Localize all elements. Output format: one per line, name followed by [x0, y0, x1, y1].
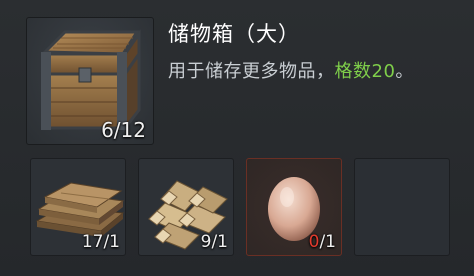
description-end: 。 — [395, 61, 414, 82]
crafting-detail-panel: 6/12 储物箱（大） 用于储存更多物品，格数20。 17/1 9/1 0/1 — [0, 0, 474, 276]
item-title: 储物箱（大） — [168, 22, 300, 46]
have-count: 17 — [81, 232, 104, 252]
item-description: 用于储存更多物品，格数20。 — [168, 58, 464, 86]
ingredient-count: 0/1 — [309, 232, 336, 252]
need-count: /1 — [103, 232, 120, 252]
slot-capacity-highlight: 格数20 — [334, 61, 396, 82]
ingredient-slot-logs[interactable]: 9/1 — [138, 158, 234, 256]
ingredient-count: 9/1 — [201, 232, 228, 252]
description-text: 用于储存更多物品， — [168, 61, 335, 82]
item-card[interactable]: 6/12 — [26, 17, 154, 145]
ingredient-slot-empty[interactable] — [354, 158, 450, 256]
have-count: 0 — [308, 232, 320, 252]
have-count: 9 — [200, 232, 212, 252]
item-count: 6/12 — [101, 118, 146, 142]
ingredient-count: 17/1 — [82, 232, 120, 252]
need-count: /1 — [319, 232, 336, 252]
ingredient-slot-planks[interactable]: 17/1 — [30, 158, 126, 256]
need-count: /1 — [211, 232, 228, 252]
ingredient-slot-egg[interactable]: 0/1 — [246, 158, 342, 256]
